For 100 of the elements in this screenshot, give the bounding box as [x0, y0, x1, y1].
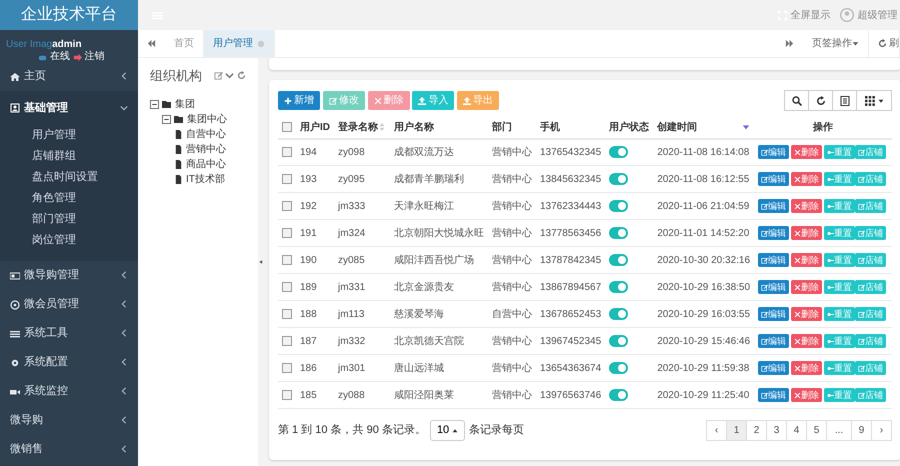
sidebar-item[interactable]: 系统工具 [0, 319, 138, 348]
search-button[interactable] [784, 90, 810, 111]
row-action-button[interactable]: 店铺 [855, 198, 886, 212]
fullscreen-link[interactable]: 全屏显示 [778, 8, 830, 22]
page-link[interactable]: ‹ [706, 420, 728, 441]
toggle-view-button[interactable] [832, 90, 858, 111]
status-toggle[interactable] [609, 334, 628, 347]
row-action-button[interactable]: 重置 [824, 306, 856, 320]
page-link[interactable]: 9 [851, 420, 872, 441]
submenu-item[interactable]: 盘点时间设置 [0, 167, 138, 188]
row-action-button[interactable]: 删除 [791, 226, 822, 240]
page-link[interactable]: 2 [746, 420, 768, 441]
row-action-button[interactable]: 编辑 [758, 226, 790, 240]
sidebar-item[interactable]: 主页 [0, 62, 138, 91]
row-action-button[interactable]: 删除 [791, 388, 822, 402]
row-action-button[interactable]: 编辑 [758, 334, 790, 348]
row-action-button[interactable]: 删除 [791, 280, 822, 294]
columns-button[interactable] [856, 90, 892, 111]
tree-node[interactable]: 自营中心 [150, 126, 246, 142]
status-toggle[interactable] [609, 280, 628, 293]
sidebar-item[interactable]: 微会员管理 [0, 290, 138, 319]
user-menu[interactable]: 超级管理 [840, 8, 898, 22]
logout-link[interactable]: 注销 [84, 51, 104, 64]
page-link[interactable]: 3 [766, 420, 788, 441]
status-toggle[interactable] [609, 172, 628, 185]
row-action-button[interactable]: 店铺 [855, 388, 886, 402]
row-action-button[interactable]: 重置 [824, 144, 856, 159]
toolbar-button[interactable]: 新增 [278, 91, 320, 110]
row-action-button[interactable]: 重置 [824, 172, 856, 186]
sidebar-item[interactable]: 系统配置 [0, 348, 138, 377]
row-checkbox[interactable] [282, 282, 292, 292]
submenu-item[interactable]: 岗位管理 [0, 230, 138, 251]
tab[interactable]: 用户管理 [204, 30, 275, 57]
row-action-button[interactable]: 删除 [791, 334, 822, 348]
row-checkbox[interactable] [282, 336, 292, 346]
row-action-button[interactable]: 编辑 [758, 144, 790, 159]
row-action-button[interactable]: 编辑 [758, 388, 790, 402]
row-checkbox[interactable] [282, 200, 292, 211]
row-action-button[interactable]: 重置 [824, 334, 856, 348]
status-toggle[interactable] [609, 200, 628, 212]
row-checkbox[interactable] [282, 174, 292, 184]
sidebar-item[interactable]: 微导购 [0, 406, 138, 435]
row-action-button[interactable]: 店铺 [855, 172, 886, 186]
row-checkbox[interactable] [282, 308, 292, 319]
row-checkbox[interactable] [282, 147, 292, 158]
sidebar-item[interactable]: 系统监控 [0, 377, 138, 406]
sidebar-item[interactable]: 微导购管理 [0, 261, 138, 290]
row-action-button[interactable]: 重置 [824, 252, 856, 266]
row-action-button[interactable]: 编辑 [758, 172, 790, 186]
row-action-button[interactable]: 删除 [791, 172, 822, 186]
status-toggle[interactable] [609, 146, 628, 158]
row-action-button[interactable]: 删除 [791, 252, 822, 266]
tree-node[interactable]: 集团 [150, 96, 246, 112]
status-toggle[interactable] [609, 226, 628, 239]
page-size-dropdown[interactable]: 10 [430, 420, 466, 441]
submenu-item[interactable]: 店铺群组 [0, 146, 138, 167]
row-action-button[interactable]: 店铺 [855, 252, 886, 266]
row-action-button[interactable]: 重置 [824, 388, 856, 402]
row-action-button[interactable]: 店铺 [855, 334, 886, 348]
submenu-item[interactable]: 部门管理 [0, 209, 138, 230]
page-link[interactable]: 4 [786, 420, 808, 441]
select-all-checkbox[interactable] [282, 122, 292, 132]
row-action-button[interactable]: 重置 [824, 280, 856, 294]
tree-node[interactable]: 商品中心 [150, 156, 246, 172]
row-checkbox[interactable] [282, 362, 292, 373]
row-action-button[interactable]: 删除 [791, 306, 822, 320]
row-action-button[interactable]: 编辑 [758, 280, 790, 294]
sidebar-item[interactable]: 基础管理 [0, 91, 138, 125]
row-action-button[interactable]: 重置 [824, 198, 856, 212]
page-link[interactable]: 5 [806, 420, 828, 441]
row-action-button[interactable]: 店铺 [855, 144, 886, 159]
page-link[interactable]: › [871, 420, 892, 441]
row-action-button[interactable]: 删除 [791, 360, 822, 374]
status-toggle[interactable] [609, 362, 628, 374]
status-toggle[interactable] [609, 388, 628, 401]
row-action-button[interactable]: 删除 [791, 144, 822, 159]
row-action-button[interactable]: 编辑 [758, 360, 790, 374]
toolbar-button[interactable]: 导入 [412, 91, 454, 110]
status-toggle[interactable] [609, 254, 628, 266]
row-action-button[interactable]: 店铺 [855, 280, 886, 294]
row-action-button[interactable]: 店铺 [855, 226, 886, 240]
submenu-item[interactable]: 角色管理 [0, 188, 138, 209]
submenu-item[interactable]: 用户管理 [0, 125, 138, 146]
row-checkbox[interactable] [282, 390, 292, 400]
status-toggle[interactable] [609, 308, 628, 320]
row-action-button[interactable]: 店铺 [855, 306, 886, 320]
tree-node[interactable]: 集团中心 [150, 112, 246, 126]
row-action-button[interactable]: 编辑 [758, 198, 790, 212]
row-action-button[interactable]: 重置 [824, 360, 856, 374]
row-action-button[interactable]: 删除 [791, 198, 822, 212]
refresh-button[interactable] [808, 90, 834, 111]
tree-node[interactable]: IT技术部 [150, 172, 246, 186]
tree-node[interactable]: 营销中心 [150, 142, 246, 156]
row-action-button[interactable]: 编辑 [758, 306, 790, 320]
row-action-button[interactable]: 店铺 [855, 360, 886, 374]
row-checkbox[interactable] [282, 254, 292, 265]
sidebar-item[interactable]: 微销售 [0, 435, 138, 464]
page-link[interactable]: 1 [726, 420, 748, 441]
row-action-button[interactable]: 编辑 [758, 252, 790, 266]
page-link[interactable]: ... [826, 420, 852, 441]
